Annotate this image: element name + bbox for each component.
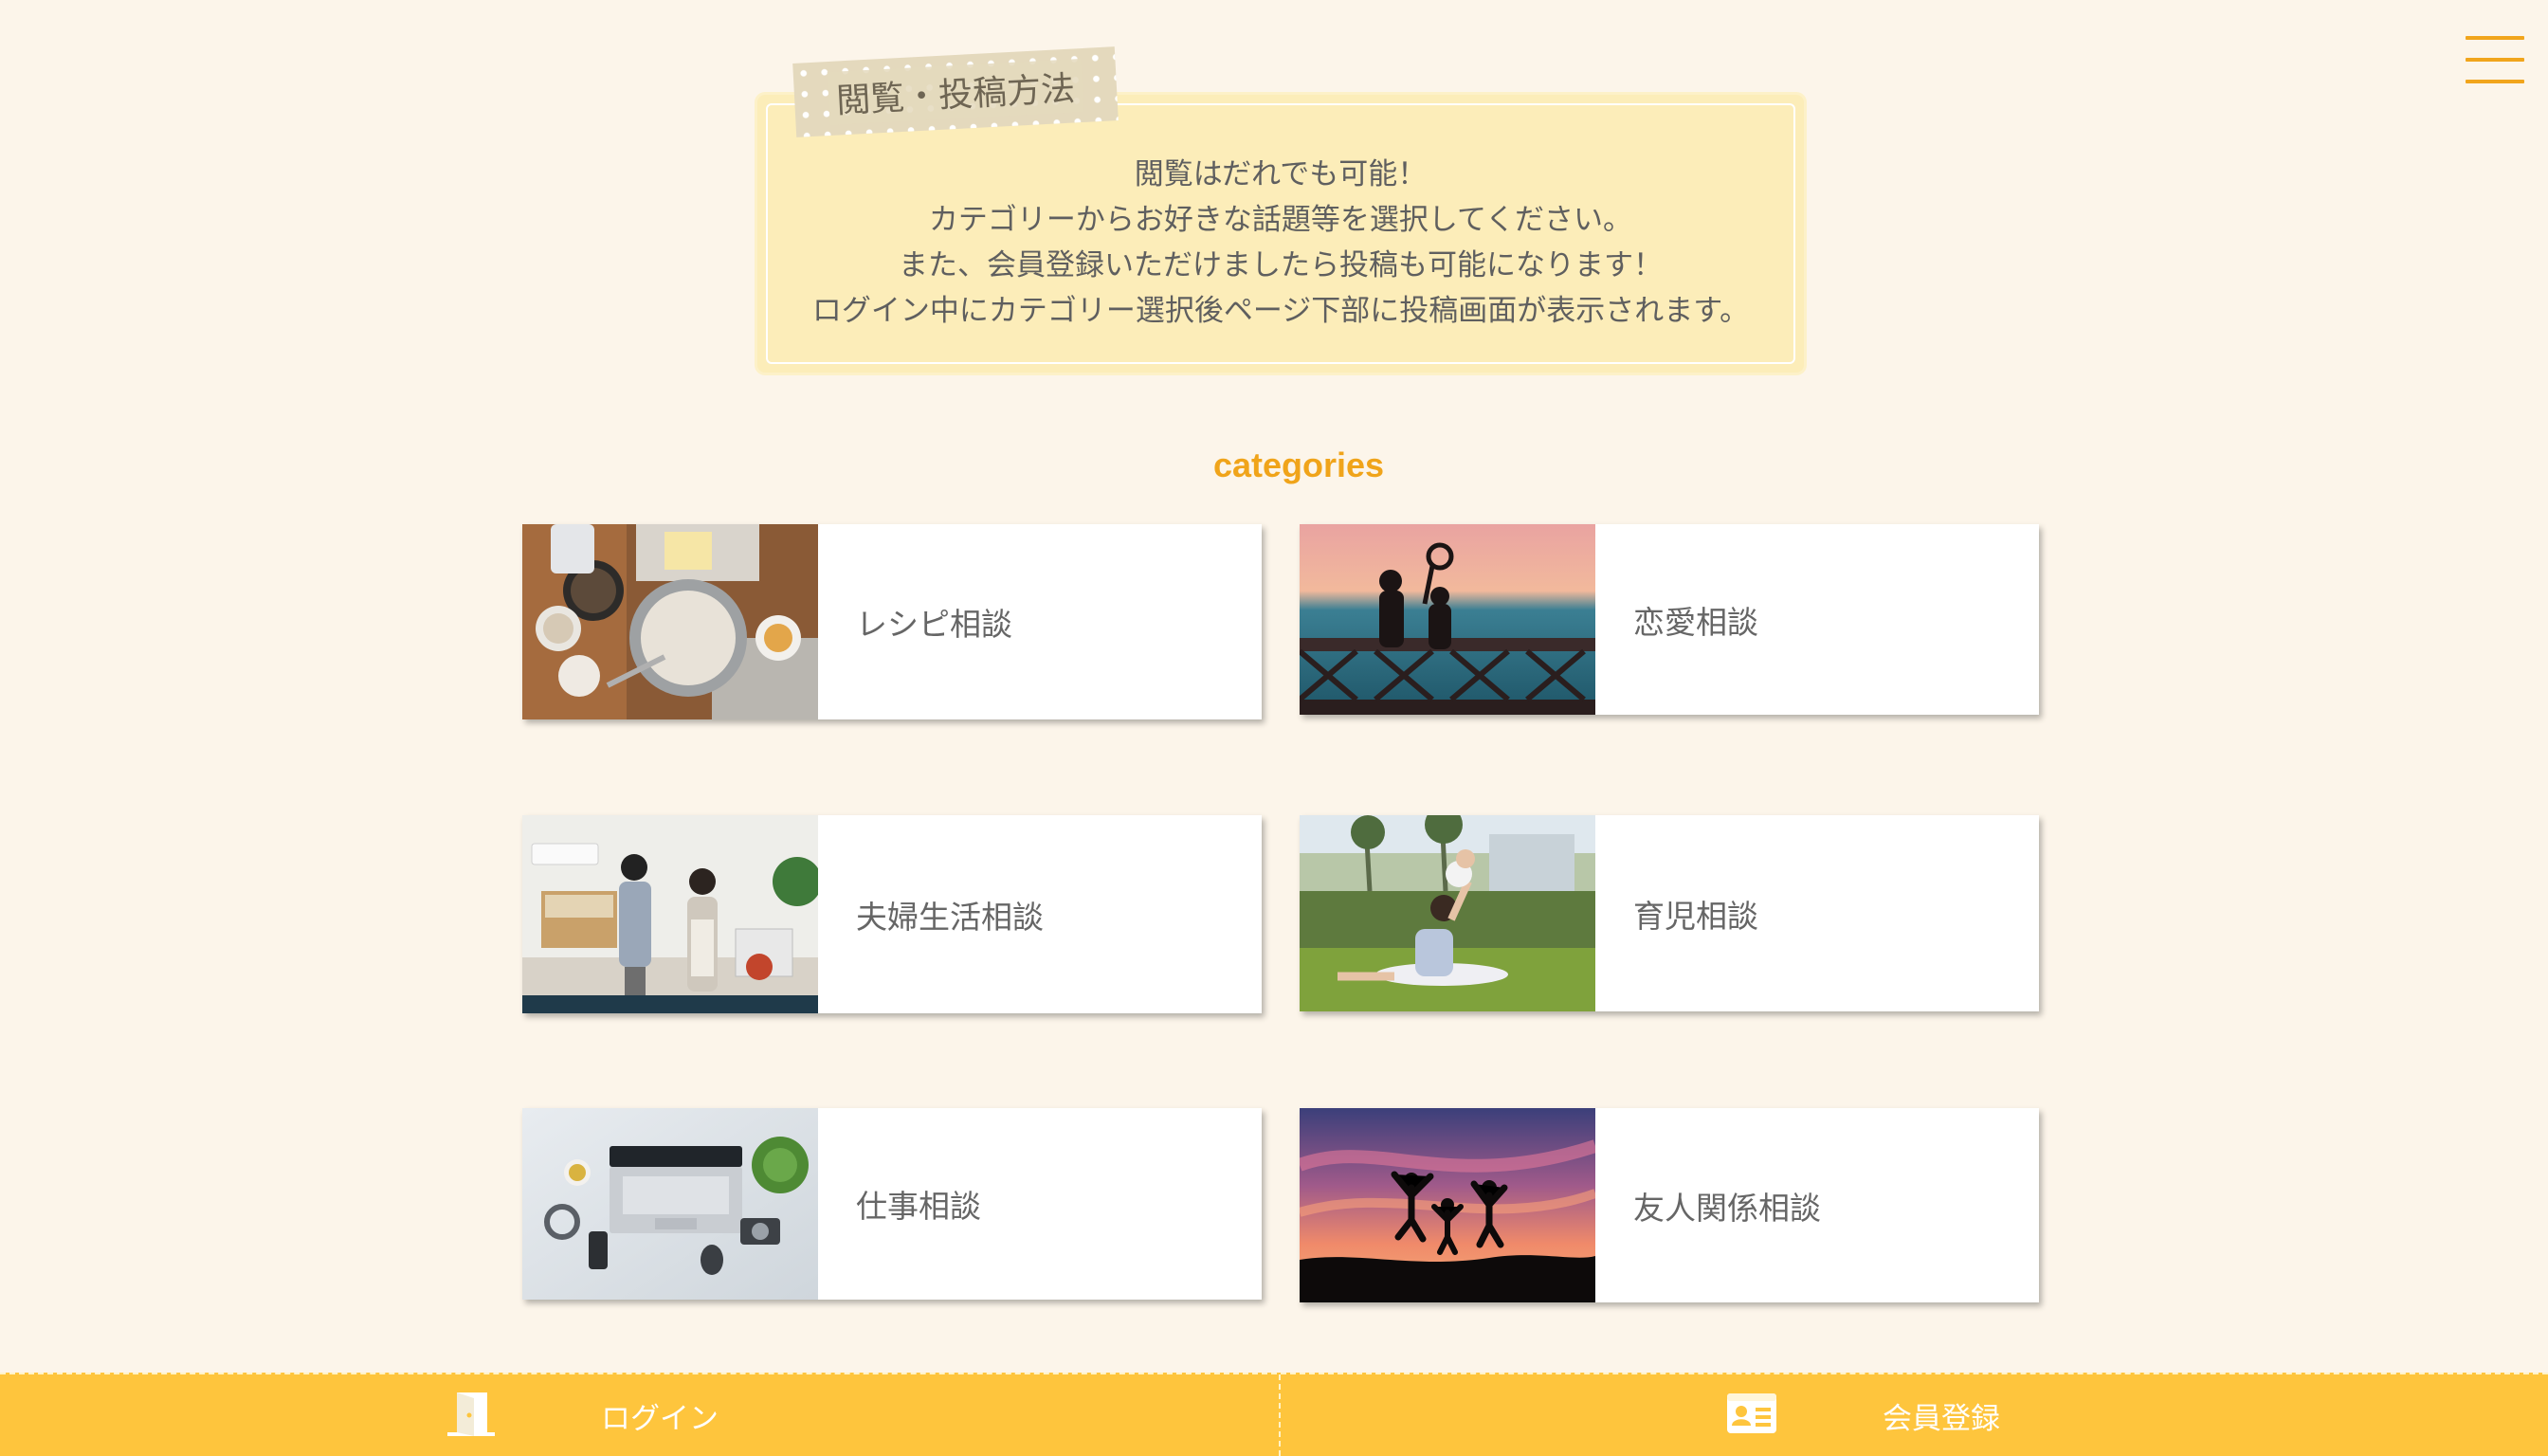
info-line: カテゴリーからお好きな話題等を選択してください。 <box>928 203 1633 237</box>
category-label: 恋愛相談 <box>1633 603 1758 641</box>
friends-jumping-sunset-photo <box>1300 1108 1595 1302</box>
couple-kitchen-photo <box>522 815 818 1013</box>
register-label: 会員登録 <box>1883 1401 2000 1436</box>
bottom-nav-bar: ログイン 会員登録 <box>0 1373 2548 1456</box>
menu-line <box>2466 80 2524 83</box>
login-button[interactable]: ログイン <box>446 1374 719 1456</box>
category-card-work[interactable]: 仕事相談 <box>522 1108 1262 1300</box>
mother-child-park-photo <box>1300 815 1595 1011</box>
category-card-recipe[interactable]: レシピ相談 <box>522 524 1262 719</box>
hamburger-menu-icon[interactable] <box>2466 36 2524 83</box>
menu-line <box>2466 36 2524 40</box>
register-button[interactable]: 会員登録 <box>1727 1374 2000 1456</box>
category-card-love[interactable]: 恋愛相談 <box>1300 524 2039 715</box>
info-line: ログイン中にカテゴリー選択後ページ下部に投稿画面が表示されます。 <box>811 294 1750 328</box>
category-card-friendship[interactable]: 友人関係相談 <box>1300 1108 2039 1302</box>
info-line: 閲覧はだれでも可能！ <box>1134 157 1428 191</box>
cooking-photo <box>522 524 818 719</box>
category-label: レシピ相談 <box>856 606 1012 643</box>
category-label: 夫婦生活相談 <box>856 898 1044 936</box>
info-tag-label: 閲覧・投稿方法 <box>827 59 1084 125</box>
category-label: 友人関係相談 <box>1633 1189 1821 1227</box>
category-label: 育児相談 <box>1633 897 1758 935</box>
category-card-marriage[interactable]: 夫婦生活相談 <box>522 815 1262 1013</box>
couple-sunset-photo <box>1300 524 1595 715</box>
category-label: 仕事相談 <box>856 1188 981 1225</box>
id-card-icon <box>1727 1393 1776 1437</box>
door-icon <box>446 1391 497 1440</box>
menu-line <box>2466 58 2524 62</box>
info-line: また、会員登録いただけましたら投稿も可能になります！ <box>899 248 1663 282</box>
category-card-parenting[interactable]: 育児相談 <box>1300 815 2039 1011</box>
info-text: 閲覧はだれでも可能！ カテゴリーからお好きな話題等を選択してください。 また、会… <box>757 152 1804 334</box>
bottom-nav-divider <box>1279 1374 1281 1456</box>
categories-heading: categories <box>1212 446 1385 484</box>
login-label: ログイン <box>601 1401 719 1436</box>
laptop-desk-photo <box>522 1108 818 1300</box>
